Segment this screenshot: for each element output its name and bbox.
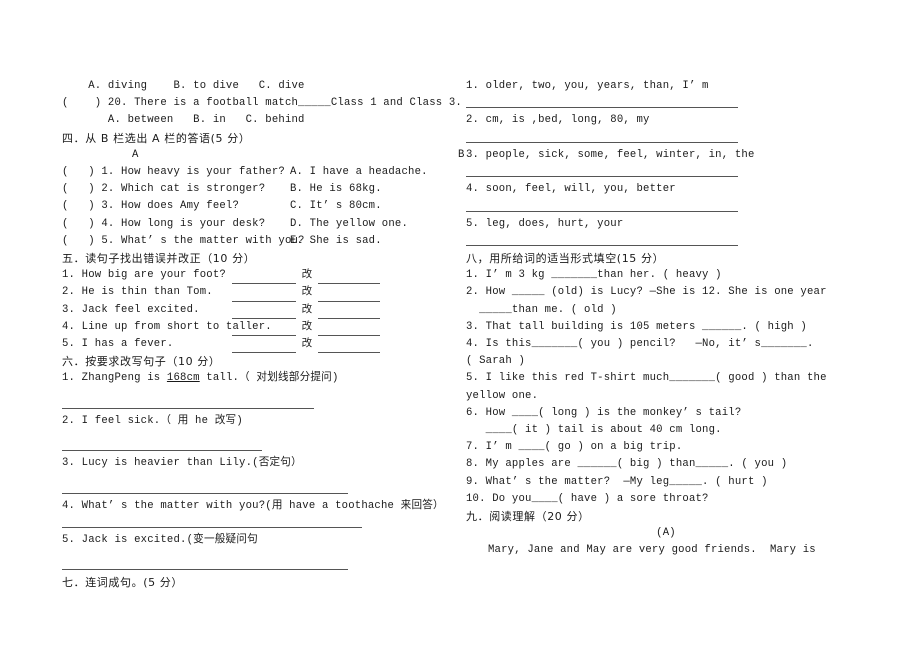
match-prompt[interactable]: ( ) 4. How long is your desk? [62,216,290,233]
correction-gai-label: 改 [301,268,313,281]
correction-sentence: 1. How big are your foot? [62,269,226,282]
fill-blank-item[interactable]: 1. I’ m 3 kg _______than her. ( heavy ) [466,267,866,284]
section9-heading: 九．阅读理解（20 分） [466,510,590,523]
fill-blank-item[interactable]: 5. I like this red T-shirt much_______( … [466,370,866,387]
fill-blank-item[interactable]: 6. How ____( long ) is the monkey’ s tai… [466,405,866,422]
left-column: A. diving B. to dive C. dive ( ) 20. The… [62,78,464,592]
fill-blank-item[interactable]: 10. Do you____( have ) a sore throat? [466,491,866,508]
column-b-header: B [458,148,465,161]
fill-blank-item[interactable]: 8. My apples are ______( big ) than_____… [466,456,866,473]
exam-page: A. diving B. to dive C. dive ( ) 20. The… [0,0,920,651]
word-order-item: 1. older, two, you, years, than, I’ m [466,80,709,92]
match-row: ( ) 5. What’ s the matter with you? E. S… [62,233,454,250]
section8-heading: 八，用所给词的适当形式填空(15 分） [466,251,665,265]
rewrite-answer-line[interactable] [62,480,454,497]
correction-blank-error[interactable] [232,340,296,354]
correction-blank-fix[interactable] [318,289,380,302]
match-answer: B. He is 68kg. [290,183,382,196]
word-order-answer-line[interactable] [466,164,866,181]
match-prompt[interactable]: ( ) 2. Which cat is stronger? [62,181,290,198]
correction-blank-error[interactable] [232,306,296,319]
fill-blank-item[interactable]: 3. That tall building is 105 meters ____… [466,319,866,336]
q20-options: A. between B. in C. behind [62,114,305,127]
correction-blank-error[interactable] [232,289,296,302]
word-order-answer-line[interactable] [466,95,866,112]
rewrite-answer-line[interactable] [62,515,454,532]
section6-heading: 六．按要求改写句子（10 分） [62,355,221,369]
correction-gai-label: 改 [301,302,313,315]
match-row: ( ) 3. How does Amy feel? C. It’ s 80cm. [62,198,454,215]
section5-heading: 五．读句子找出错误并改正（10 分） [62,252,256,266]
column-a-header: A [132,148,139,161]
rewrite-item: 2. I feel sick.（ 用 he 改写) [62,414,243,427]
section4-column-headers: A B [62,147,464,164]
q19-options: A. diving B. to dive C. dive [62,80,305,92]
word-order-answer-line[interactable] [466,130,866,147]
match-row: ( ) 1. How heavy is your father? A. I ha… [62,164,454,181]
passage-text: Mary, Jane and May are very good friends… [488,544,816,557]
correction-blank-fix[interactable] [318,340,380,354]
correction-row: 5. I has a fever. 改 [62,336,454,354]
rewrite-pre: 1. ZhangPeng is [62,372,167,385]
correction-blank-fix[interactable] [318,306,380,319]
correction-row: 2. He is thin than Tom. 改 [62,284,454,302]
rewrite-answer-line[interactable] [62,396,454,413]
fill-blank-item[interactable]: ____( it ) tail is about 40 cm long. [466,422,866,439]
match-prompt[interactable]: ( ) 1. How heavy is your father? [62,164,290,181]
fill-blank-item[interactable]: yellow one. [466,388,866,405]
fill-blank-item[interactable]: 4. Is this_______( you ) pencil? —No, it… [466,336,866,353]
correction-sentence: 4. Line up from short to taller. [62,320,272,333]
correction-blank-error[interactable] [232,271,296,285]
match-answer: D. The yellow one. [290,217,409,230]
correction-blank-error[interactable] [232,323,296,336]
word-order-item: 4. soon, feel, will, you, better [466,183,676,196]
correction-row: 1. How big are your foot? 改 [62,267,454,285]
word-order-item: 3. people, sick, some, feel, winter, in,… [466,148,755,161]
rewrite-item: 3. Lucy is heavier than Lily.(否定句） [62,457,302,470]
passage-label: (A) [656,527,676,540]
match-prompt[interactable]: ( ) 5. What’ s the matter with you? [62,233,304,250]
correction-gai-label: 改 [301,285,313,298]
correction-sentence: 3. Jack feel excited. [62,303,200,316]
match-row: ( ) 4. How long is your desk? D. The yel… [62,216,454,233]
match-answer: E. She is sad. [290,234,382,247]
rewrite-item: 4. What’ s the matter with you?(用 have a… [62,499,444,512]
word-order-answer-line[interactable] [466,198,866,215]
fill-blank-item[interactable]: 2. How _____ (old) is Lucy? —She is 12. … [466,284,866,301]
word-order-item: 5. leg, does, hurt, your [466,217,624,230]
correction-blank-fix[interactable] [318,323,380,336]
match-row: ( ) 2. Which cat is stronger? B. He is 6… [62,181,454,198]
section4-heading: 四．从 B 栏选出 A 栏的答语(5 分） [62,131,251,145]
rewrite-item: 5. Jack is excited.(变一般疑问句 [62,533,258,546]
word-order-item: 2. cm, is ,bed, long, 80, my [466,114,650,127]
correction-row: 4. Line up from short to taller. 改 [62,319,454,336]
right-column: 1. older, two, you, years, than, I’ m 2.… [466,78,866,560]
match-answer: C. It’ s 80cm. [290,200,382,213]
fill-blank-item[interactable]: ( Sarah ) [466,353,866,370]
fill-blank-item[interactable]: 9. What’ s the matter? —My leg_____. ( h… [466,474,866,491]
correction-sentence: 2. He is thin than Tom. [62,286,213,299]
rewrite-post: tall.（ 对划线部分提问) [199,372,339,385]
correction-row: 3. Jack feel excited. 改 [62,302,454,319]
rewrite-underlined: 168cm [166,372,200,385]
section7-heading: 七．连词成句。(5 分） [62,576,183,590]
match-answer: A. I have a headache. [290,166,428,179]
correction-gai-label: 改 [301,336,313,349]
correction-sentence: 5. I has a fever. [62,337,174,350]
correction-gai-label: 改 [301,319,313,332]
fill-blank-item[interactable]: _____than me. ( old ) [466,302,866,319]
word-order-answer-line[interactable] [466,233,866,250]
rewrite-item: 1. ZhangPeng is 168cm tall.（ 对划线部分提问) [62,370,454,387]
rewrite-answer-line[interactable] [62,438,454,455]
correction-blank-fix[interactable] [318,271,380,285]
rewrite-answer-line[interactable] [62,557,454,574]
fill-blank-item[interactable]: 7. I’ m ____( go ) on a big trip. [466,439,866,456]
match-prompt[interactable]: ( ) 3. How does Amy feel? [62,198,290,215]
q20-stem: ( ) 20. There is a football match_____Cl… [62,97,462,110]
